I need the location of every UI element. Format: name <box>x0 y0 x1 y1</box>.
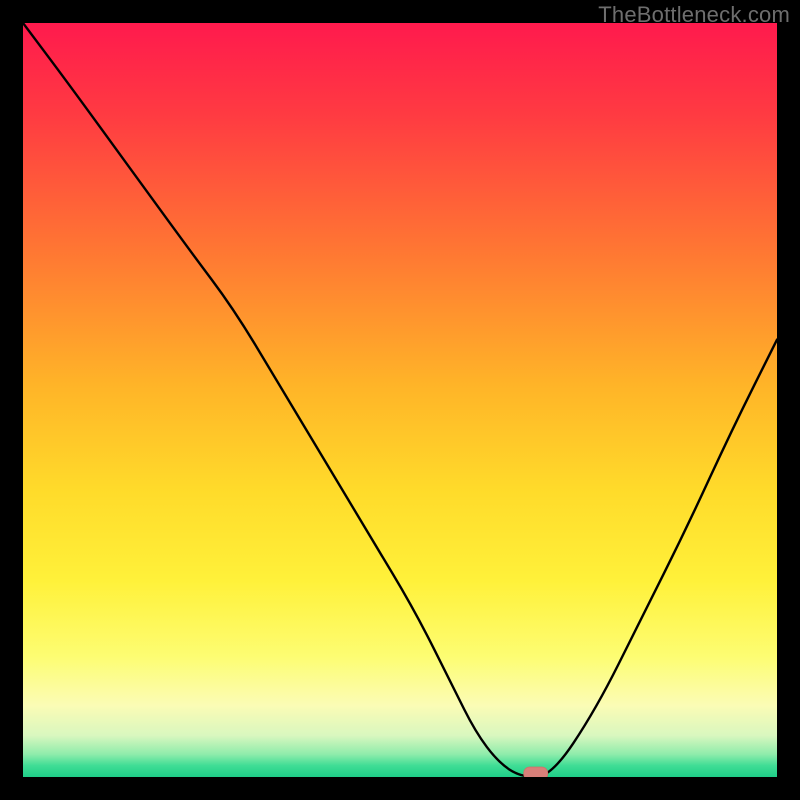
chart-svg <box>23 23 777 777</box>
valley-marker <box>524 767 548 777</box>
gradient-background <box>23 23 777 777</box>
plot-area <box>23 23 777 777</box>
chart-frame: TheBottleneck.com <box>0 0 800 800</box>
watermark-text: TheBottleneck.com <box>598 2 790 28</box>
